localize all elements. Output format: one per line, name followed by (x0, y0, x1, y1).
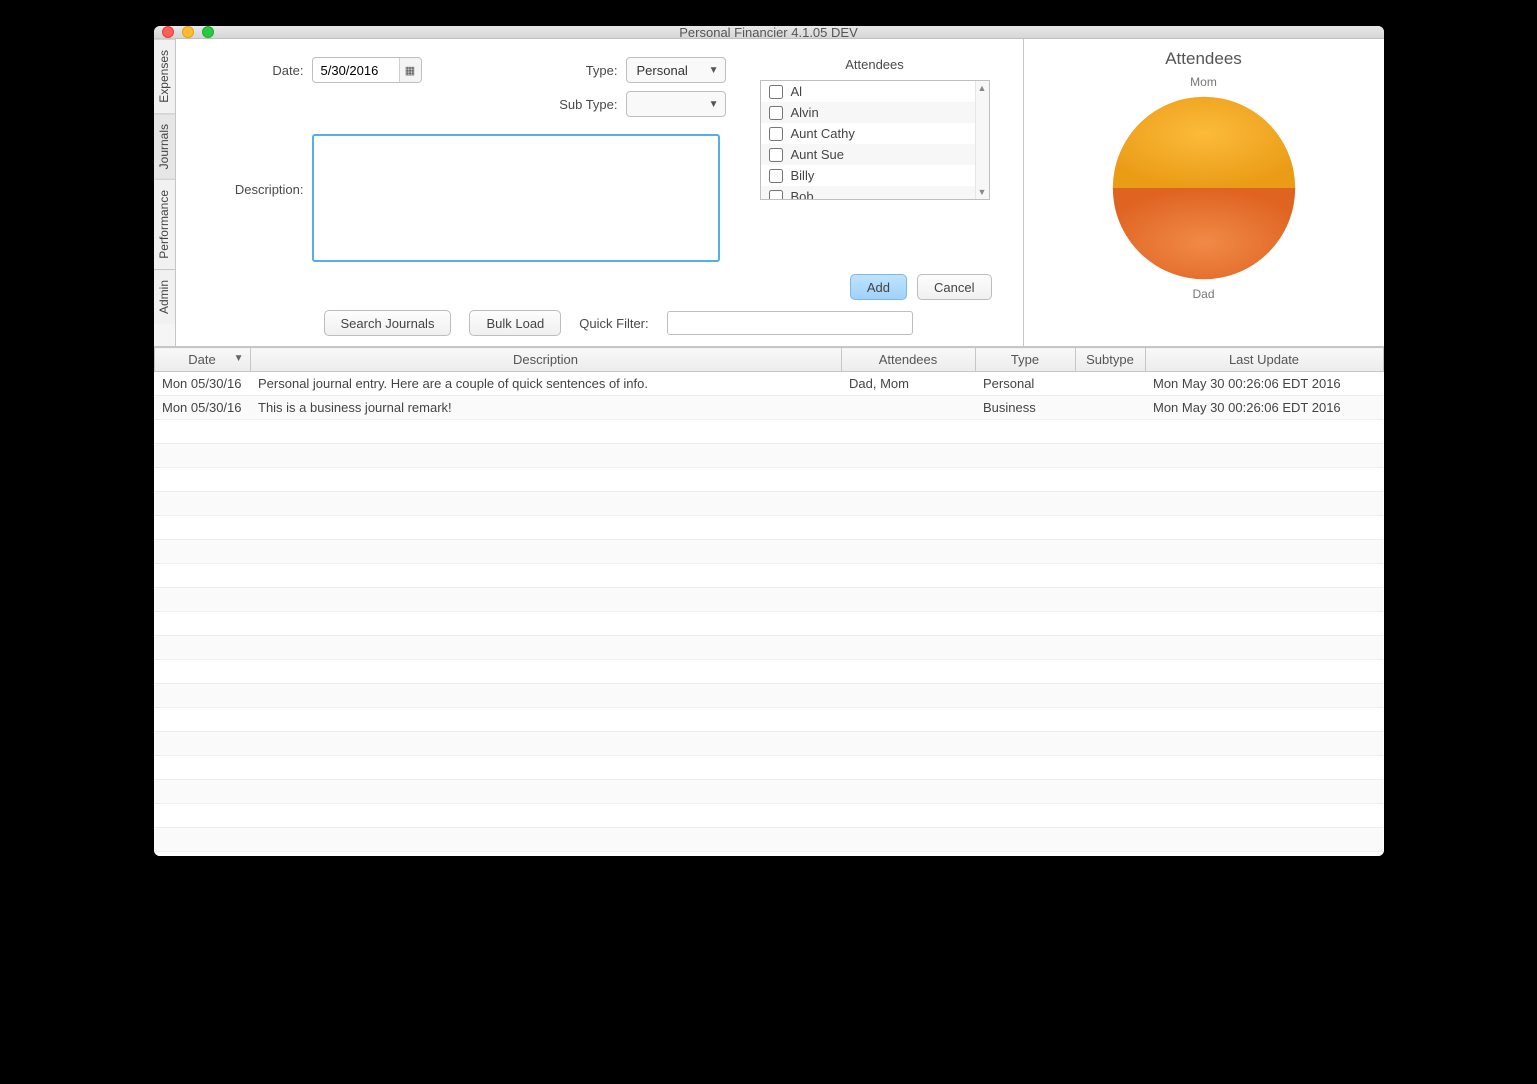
attendee-checkbox[interactable] (769, 190, 783, 200)
tab-performance[interactable]: Performance (154, 179, 175, 269)
cell-date: Mon 05/30/16 (154, 396, 250, 420)
col-type[interactable]: Type (975, 348, 1075, 372)
table-row[interactable]: Mon 05/30/16This is a business journal r… (154, 396, 1383, 420)
empty-row (154, 540, 1383, 564)
attendee-checkbox[interactable] (769, 148, 783, 162)
attendees-pie-chart (1109, 93, 1299, 283)
description-textarea[interactable] (312, 134, 720, 262)
tab-expenses[interactable]: Expenses (154, 39, 175, 113)
date-input-wrap: ▦ (312, 57, 422, 83)
cell-date: Mon 05/30/16 (154, 372, 250, 396)
form-panel: Date: ▦ Type: Personal ▼ (176, 39, 1024, 346)
type-value: Personal (637, 63, 688, 78)
empty-row (154, 612, 1383, 636)
description-label: Description: (212, 134, 304, 197)
empty-row (154, 492, 1383, 516)
empty-row (154, 636, 1383, 660)
attendee-item[interactable]: Aunt Cathy (761, 123, 975, 144)
date-label: Date: (212, 63, 304, 78)
attendees-list: Al Alvin Aunt Cathy Aunt Sue Billy Bob ▲ ▼ (760, 80, 990, 200)
col-subtype[interactable]: Subtype (1075, 348, 1145, 372)
empty-row (154, 804, 1383, 828)
cell-type: Business (975, 396, 1075, 420)
empty-row (154, 468, 1383, 492)
cell-attendees: Dad, Mom (841, 372, 975, 396)
cell-type: Personal (975, 372, 1075, 396)
journals-table-wrap: Date▼ Description Attendees Type Subtype… (154, 347, 1384, 856)
cell-last_update: Mon May 30 00:26:06 EDT 2016 (1145, 396, 1383, 420)
chevron-down-icon: ▼ (709, 99, 719, 110)
pie-label-dad: Dad (1192, 287, 1214, 301)
cell-last_update: Mon May 30 00:26:06 EDT 2016 (1145, 372, 1383, 396)
type-label: Type: (556, 63, 618, 78)
attendee-name: Al (791, 84, 803, 99)
empty-row (154, 756, 1383, 780)
sort-desc-icon: ▼ (234, 353, 244, 364)
col-description[interactable]: Description (250, 348, 841, 372)
empty-row (154, 780, 1383, 804)
pie-label-mom: Mom (1190, 75, 1217, 89)
cell-subtype (1075, 372, 1145, 396)
chart-panel: Attendees Mom Dad (1024, 39, 1384, 346)
attendee-name: Bob (791, 189, 814, 199)
empty-row (154, 420, 1383, 444)
empty-row (154, 564, 1383, 588)
quick-filter-label: Quick Filter: (579, 316, 648, 331)
attendee-item[interactable]: Aunt Sue (761, 144, 975, 165)
attendee-item[interactable]: Al (761, 81, 975, 102)
attendee-name: Aunt Sue (791, 147, 845, 162)
attendee-item[interactable]: Billy (761, 165, 975, 186)
titlebar: Personal Financier 4.1.05 DEV (154, 26, 1384, 39)
attendee-checkbox[interactable] (769, 85, 783, 99)
cell-subtype (1075, 396, 1145, 420)
empty-row (154, 516, 1383, 540)
cell-attendees (841, 396, 975, 420)
scroll-down-icon[interactable]: ▼ (978, 185, 987, 199)
table-row[interactable]: Mon 05/30/16Personal journal entry. Here… (154, 372, 1383, 396)
col-attendees[interactable]: Attendees (841, 348, 975, 372)
add-button[interactable]: Add (850, 274, 907, 300)
attendee-name: Billy (791, 168, 815, 183)
empty-row (154, 684, 1383, 708)
cell-description: This is a business journal remark! (250, 396, 841, 420)
window-title: Personal Financier 4.1.05 DEV (154, 26, 1384, 40)
app-window: Personal Financier 4.1.05 DEV Expenses J… (154, 26, 1384, 856)
attendee-item[interactable]: Bob (761, 186, 975, 199)
attendees-header: Attendees (760, 57, 990, 72)
attendee-checkbox[interactable] (769, 106, 783, 120)
search-journals-button[interactable]: Search Journals (324, 310, 452, 336)
quick-filter-input[interactable] (667, 311, 913, 335)
date-input[interactable] (313, 63, 399, 78)
attendee-item[interactable]: Alvin (761, 102, 975, 123)
tab-journals[interactable]: Journals (154, 113, 175, 179)
chevron-down-icon: ▼ (709, 65, 719, 76)
chart-title: Attendees (1165, 49, 1242, 69)
subtype-select[interactable]: ▼ (626, 91, 726, 117)
empty-row (154, 732, 1383, 756)
attendee-checkbox[interactable] (769, 169, 783, 183)
empty-row (154, 660, 1383, 684)
empty-row (154, 828, 1383, 852)
col-date[interactable]: Date▼ (154, 348, 250, 372)
col-last-update[interactable]: Last Update (1145, 348, 1383, 372)
attendee-name: Aunt Cathy (791, 126, 855, 141)
tab-admin[interactable]: Admin (154, 269, 175, 324)
journals-table: Date▼ Description Attendees Type Subtype… (154, 347, 1384, 856)
attendee-name: Alvin (791, 105, 819, 120)
scroll-up-icon[interactable]: ▲ (978, 81, 987, 95)
empty-row (154, 444, 1383, 468)
subtype-label: Sub Type: (556, 97, 618, 112)
attendees-scrollbar[interactable]: ▲ ▼ (975, 81, 989, 199)
empty-row (154, 708, 1383, 732)
cancel-button[interactable]: Cancel (917, 274, 991, 300)
empty-row (154, 588, 1383, 612)
cell-description: Personal journal entry. Here are a coupl… (250, 372, 841, 396)
attendee-checkbox[interactable] (769, 127, 783, 141)
bulk-load-button[interactable]: Bulk Load (469, 310, 561, 336)
calendar-icon[interactable]: ▦ (399, 58, 421, 82)
side-tabs: Expenses Journals Performance Admin (154, 39, 176, 346)
empty-row (154, 852, 1383, 857)
type-select[interactable]: Personal ▼ (626, 57, 726, 83)
